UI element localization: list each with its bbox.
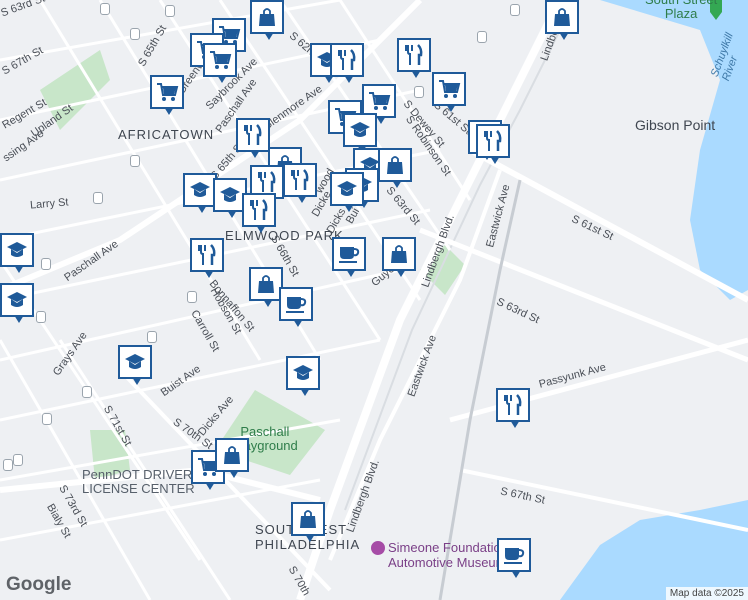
shopping-bag-icon — [551, 6, 573, 28]
marker-school[interactable] — [118, 345, 152, 385]
google-logo[interactable]: Google — [6, 574, 71, 596]
fork-knife-icon — [197, 243, 217, 267]
marker-grocery[interactable] — [203, 43, 237, 83]
route-shield — [130, 28, 140, 40]
fork-knife-icon — [243, 123, 263, 147]
graduation-cap-icon — [188, 180, 212, 200]
museum-pin — [371, 541, 385, 555]
route-shield — [36, 311, 46, 323]
route-shield — [42, 413, 52, 425]
coffee-cup-icon — [502, 545, 526, 565]
marker-shopping-bag[interactable] — [250, 0, 284, 40]
shopping-bag-icon — [384, 154, 406, 176]
fork-knife-icon — [249, 198, 269, 222]
shopping-bag-icon — [388, 243, 410, 265]
shopping-bag-icon — [221, 444, 243, 466]
shopping-cart-icon — [367, 90, 391, 112]
route-shield — [41, 258, 51, 270]
fork-knife-icon — [404, 43, 424, 67]
place-simeone-museum[interactable]: Simeone Foundation Automotive Museum — [388, 540, 508, 570]
shopping-cart-icon — [208, 49, 232, 71]
lindbergh-blvd — [296, 0, 564, 600]
graduation-cap-icon — [5, 240, 29, 260]
passyunk-road — [449, 337, 748, 423]
shopping-cart-icon — [437, 78, 461, 100]
marker-grocery[interactable] — [150, 75, 184, 115]
coffee-cup-icon — [337, 244, 361, 264]
map-canvas[interactable]: AFRICATOWN ELMWOOD PARK SOUTHWEST PHILAD… — [0, 0, 748, 600]
marker-shopping-bag[interactable] — [378, 148, 412, 188]
marker-shopping-bag[interactable] — [545, 0, 579, 40]
fork-knife-icon — [503, 393, 523, 417]
shopping-bag-icon — [297, 508, 319, 530]
fork-knife-icon — [257, 170, 277, 194]
route-shield — [13, 454, 23, 466]
graduation-cap-icon — [348, 120, 372, 140]
place-south-street-plaza[interactable]: South Street Plaza — [645, 0, 717, 21]
route-shield — [477, 31, 487, 43]
marker-shopping-bag[interactable] — [215, 438, 249, 478]
marker-restaurant[interactable] — [236, 118, 270, 158]
neighborhood-africatown: AFRICATOWN — [118, 127, 215, 142]
shopping-bag-icon — [256, 6, 278, 28]
marker-restaurant[interactable] — [330, 43, 364, 83]
route-shield — [82, 386, 92, 398]
marker-restaurant[interactable] — [496, 388, 530, 428]
shopping-bag-icon — [255, 273, 277, 295]
fork-knife-icon — [290, 168, 310, 192]
marker-restaurant[interactable] — [190, 238, 224, 278]
route-shield — [510, 4, 520, 16]
marker-school[interactable] — [0, 233, 34, 273]
marker-coffee[interactable] — [279, 287, 313, 327]
marker-restaurant[interactable] — [476, 124, 510, 164]
marker-grocery[interactable] — [432, 72, 466, 112]
marker-coffee[interactable] — [497, 538, 531, 578]
marker-shopping-bag[interactable] — [291, 502, 325, 542]
marker-school[interactable] — [330, 172, 364, 212]
route-shield — [93, 192, 103, 204]
graduation-cap-icon — [218, 185, 242, 205]
route-shield — [130, 155, 140, 167]
marker-school[interactable] — [286, 356, 320, 396]
route-shield — [3, 459, 13, 471]
graduation-cap-icon — [291, 363, 315, 383]
graduation-cap-icon — [123, 352, 147, 372]
marker-school[interactable] — [343, 113, 377, 153]
fork-knife-icon — [337, 48, 357, 72]
marker-school[interactable] — [0, 283, 34, 323]
fork-knife-icon — [483, 129, 503, 153]
marker-school[interactable] — [183, 173, 217, 213]
graduation-cap-icon — [335, 179, 359, 199]
marker-restaurant[interactable] — [283, 163, 317, 203]
route-shield — [414, 86, 424, 98]
map-attribution[interactable]: Map data ©2025 — [665, 587, 748, 600]
marker-shopping-bag[interactable] — [382, 237, 416, 277]
marker-restaurant[interactable] — [397, 38, 431, 78]
coffee-cup-icon — [284, 294, 308, 314]
route-shield — [165, 5, 175, 17]
shopping-cart-icon — [155, 81, 179, 103]
marker-shopping-bag[interactable] — [249, 267, 283, 307]
route-shield — [187, 291, 197, 303]
river-bay — [560, 500, 748, 600]
place-gibson-point[interactable]: Gibson Point — [635, 118, 715, 132]
graduation-cap-icon — [5, 290, 29, 310]
s-67th-road — [459, 468, 748, 532]
place-penndot-center[interactable]: PennDOT DRIVER LICENSE CENTER — [82, 468, 195, 496]
marker-restaurant[interactable] — [242, 193, 276, 233]
route-shield — [100, 3, 110, 15]
marker-coffee[interactable] — [332, 237, 366, 277]
route-shield — [147, 331, 157, 343]
